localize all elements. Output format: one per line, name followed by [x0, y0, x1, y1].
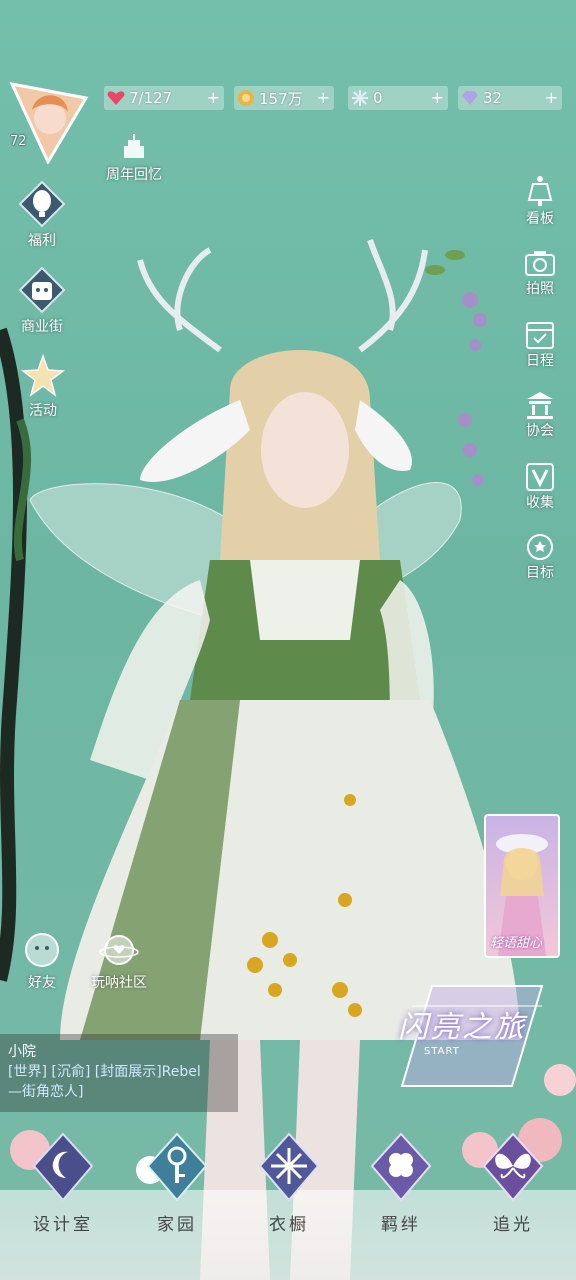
diamond-icon: [460, 88, 480, 108]
left-menu-welfare-label: 福利: [28, 233, 56, 249]
start-journey-banner[interactable]: 闪亮之旅 START: [392, 976, 552, 1096]
butterfly-icon: [482, 1132, 544, 1202]
promo-card[interactable]: 轻语甜心: [484, 814, 560, 958]
cake-icon: [124, 134, 144, 158]
currency-crystal[interactable]: 0 +: [348, 86, 448, 110]
avatar-portrait-icon: [9, 81, 89, 166]
friends-icon: [25, 933, 59, 967]
snowflake-icon: [258, 1132, 320, 1202]
clover-icon: [370, 1132, 432, 1202]
nav-bond-label: 羁绊: [381, 1215, 421, 1235]
promo-card-title: 轻语甜心: [490, 936, 543, 951]
friends-button[interactable]: 好友: [18, 930, 66, 992]
currency-diamond[interactable]: 32 +: [458, 86, 562, 110]
player-avatar[interactable]: [6, 80, 90, 166]
calendar-icon: [526, 322, 554, 349]
currency-crystal-value: 0: [373, 89, 383, 107]
currency-gold[interactable]: 157万 +: [234, 86, 334, 110]
currency-gold-value: 157万: [259, 89, 303, 108]
right-menu-board-label: 看板: [526, 211, 554, 227]
community-button[interactable]: 玩呐社区: [84, 930, 154, 992]
player-level: 72: [10, 134, 27, 149]
left-menu-welfare[interactable]: 福利: [16, 180, 68, 250]
chat-channel-name: 小院: [8, 1044, 36, 1060]
currency-stamina[interactable]: 7/127 +: [104, 86, 224, 110]
left-menu-events-label: 活动: [29, 403, 57, 419]
right-menu-schedule-label: 日程: [526, 353, 554, 369]
nav-design-room[interactable]: 设计室: [8, 1130, 118, 1280]
start-banner-title: 闪亮之旅: [398, 1010, 526, 1045]
planet-heart-icon: [99, 935, 139, 965]
add-crystal-button[interactable]: +: [431, 88, 444, 107]
left-menu-shopping-street-label: 商业街: [21, 319, 63, 335]
nav-home-label: 家园: [157, 1215, 197, 1235]
camera-icon: [525, 251, 555, 276]
nav-chase-light-label: 追光: [493, 1215, 533, 1235]
chat-panel[interactable]: 小院 [世界] [沉俞] [封面展示]Rebel —街角恋人]: [0, 1034, 238, 1112]
key-icon: [146, 1132, 208, 1202]
add-gold-button[interactable]: +: [317, 88, 330, 107]
right-menu-board[interactable]: 看板: [520, 174, 560, 228]
community-label: 玩呐社区: [91, 975, 147, 991]
right-menu-collection-label: 收集: [526, 495, 554, 511]
target-badge-icon: [527, 534, 553, 560]
currency-diamond-value: 32: [483, 89, 503, 107]
shopping-bag-icon: [18, 266, 66, 314]
building-icon: [527, 392, 553, 419]
nav-design-room-label: 设计室: [33, 1215, 93, 1235]
friends-label: 好友: [28, 975, 56, 991]
add-stamina-button[interactable]: +: [207, 88, 220, 107]
v-badge-icon: [526, 463, 554, 491]
right-menu-association[interactable]: 协会: [520, 390, 560, 440]
left-menu-shopping-street[interactable]: 商业街: [10, 266, 74, 336]
chat-message-line-1: [世界] [沉俞] [封面展示]Rebel: [8, 1064, 201, 1080]
anniversary-memory-button[interactable]: 周年回忆: [106, 132, 162, 184]
snowflake-crystal-icon: [350, 88, 370, 108]
chat-message-line-2: —街角恋人]: [8, 1084, 84, 1100]
right-menu-goal[interactable]: 目标: [520, 532, 560, 582]
balloon-icon: [18, 180, 66, 228]
right-menu-schedule[interactable]: 日程: [520, 318, 560, 370]
right-menu-photo-label: 拍照: [526, 281, 554, 297]
moon-hanger-icon: [32, 1132, 94, 1202]
heart-gem-icon: [106, 88, 126, 108]
right-menu-goal-label: 目标: [526, 565, 554, 581]
right-menu-photo[interactable]: 拍照: [520, 248, 560, 298]
nav-bond[interactable]: 羁绊: [346, 1130, 456, 1280]
star-icon: [20, 354, 66, 397]
gold-coin-icon: [236, 88, 256, 108]
left-menu-events[interactable]: 活动: [18, 354, 68, 420]
add-diamond-button[interactable]: +: [545, 88, 558, 107]
bottom-nav: 设计室 家园 衣橱 羁绊 追光: [0, 1130, 576, 1280]
start-banner-sub: START: [424, 1046, 460, 1057]
currency-stamina-value: 7/127: [129, 89, 173, 107]
nav-wardrobe[interactable]: 衣橱: [234, 1130, 344, 1280]
anniversary-memory-label: 周年回忆: [106, 167, 162, 183]
currency-bar: 7/127 + 157万 + 0 + 32 +: [104, 86, 564, 110]
nav-chase-light[interactable]: 追光: [458, 1130, 568, 1280]
dress-form-icon: [527, 176, 553, 206]
right-menu-collection[interactable]: 收集: [520, 462, 560, 512]
nav-wardrobe-label: 衣橱: [269, 1215, 309, 1235]
nav-home[interactable]: 家园: [122, 1130, 232, 1280]
right-menu-association-label: 协会: [526, 423, 554, 439]
